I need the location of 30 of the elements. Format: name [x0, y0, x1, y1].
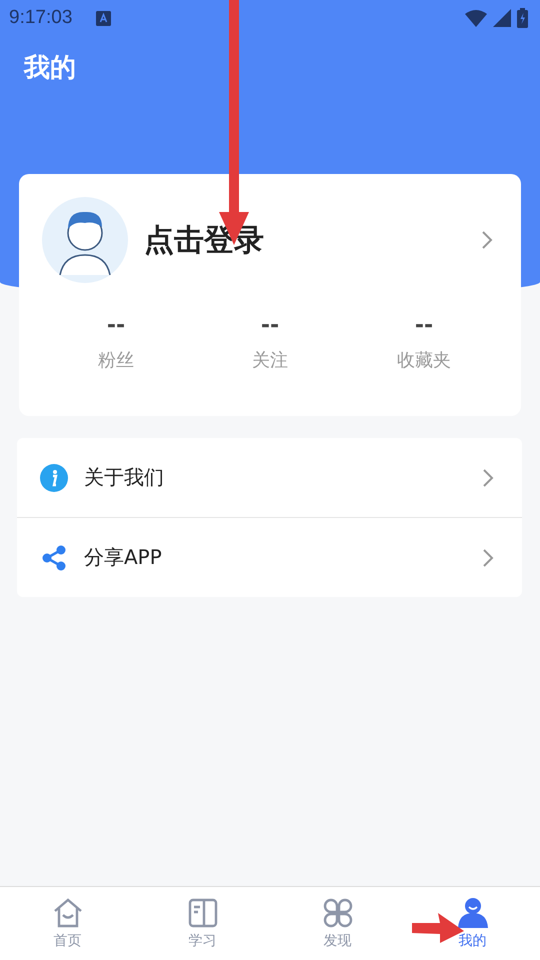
menu-label: 分享APP — [84, 544, 163, 571]
signal-icon — [493, 9, 511, 27]
stat-value: -- — [260, 313, 280, 338]
person-icon — [456, 898, 488, 928]
stat-value: -- — [106, 313, 126, 338]
nav-tab[interactable]: 学习 — [135, 887, 270, 960]
share-icon — [40, 544, 68, 572]
menu-item[interactable]: 关于我们 — [17, 438, 522, 517]
stat-label: 收藏夹 — [397, 349, 451, 372]
stat-value: -- — [414, 313, 434, 338]
battery-icon — [517, 8, 528, 28]
page-title: 我的 — [22, 52, 77, 85]
status-time: 9:17:03 — [9, 7, 72, 29]
info-icon — [40, 464, 68, 492]
nav-tab[interactable]: 我的 — [405, 887, 540, 960]
chevron-right-icon — [482, 548, 494, 568]
nav-tab[interactable]: 首页 — [0, 887, 135, 960]
stat-label: 关注 — [252, 349, 288, 372]
avatar-icon — [42, 197, 128, 283]
stat-label: 粉丝 — [98, 349, 134, 372]
home-icon — [52, 898, 84, 928]
nav-tab[interactable]: 发现 — [270, 887, 405, 960]
chevron-right-icon — [481, 230, 493, 250]
chevron-right-icon — [482, 468, 494, 488]
book-icon — [188, 898, 218, 928]
menu-item[interactable]: 分享APP — [17, 517, 522, 597]
keyboard-icon — [96, 10, 112, 26]
wifi-icon — [465, 10, 487, 26]
grid-icon — [322, 898, 352, 928]
menu-label: 关于我们 — [84, 464, 165, 491]
